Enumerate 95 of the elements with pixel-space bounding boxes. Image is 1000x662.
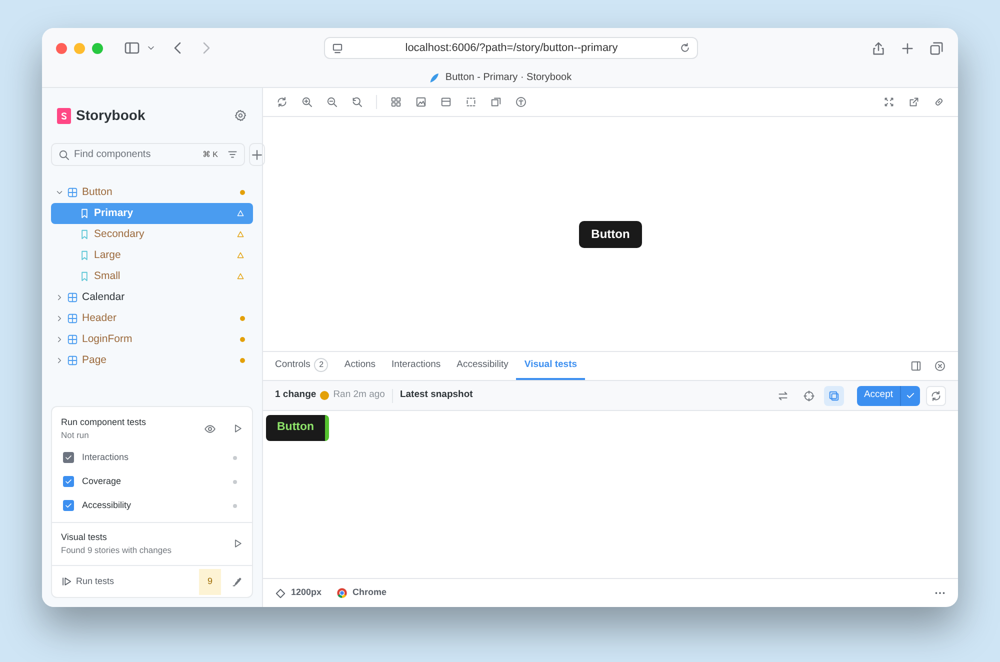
- search-icon: [58, 148, 70, 160]
- panel-right-icon[interactable]: [910, 360, 922, 372]
- snapshot-button-preview: Button: [266, 414, 330, 441]
- check-icon: [64, 477, 73, 486]
- address-bar[interactable]: localhost:6006/?path=/story/button--primary: [324, 37, 698, 59]
- bookmark-icon: [79, 229, 90, 240]
- change-count: 1 change: [275, 388, 316, 402]
- addon-tab[interactable]: Accessibility: [448, 352, 516, 380]
- play-icon[interactable]: [232, 538, 243, 550]
- tree-item[interactable]: LoginForm: [51, 329, 253, 350]
- zoom-in-icon[interactable]: [301, 96, 313, 108]
- tree-item[interactable]: Large: [51, 245, 253, 266]
- addon-tab[interactable]: Actions: [336, 352, 384, 380]
- run-time: Ran 2m ago: [333, 388, 385, 402]
- sidebar-icon[interactable]: [124, 40, 140, 56]
- overlay-toggle-button[interactable]: [824, 386, 844, 406]
- search-field[interactable]: Find components ⌘ K: [51, 143, 245, 166]
- section-status: Found 9 stories with changes: [61, 544, 173, 557]
- section-title: Visual tests: [61, 530, 108, 544]
- check-icon: [64, 453, 73, 462]
- page-icon: [331, 42, 344, 54]
- bookmark-icon: [79, 208, 90, 219]
- accessibility-icon[interactable]: [515, 96, 527, 108]
- accept-button[interactable]: Accept: [856, 386, 900, 406]
- search-input[interactable]: Find components: [74, 147, 198, 162]
- feather-icon: [428, 72, 440, 84]
- viewport-size: 1200px: [291, 586, 322, 600]
- component-icon: [67, 355, 78, 366]
- zoom-reset-icon[interactable]: [351, 96, 363, 108]
- browser-name: Chrome: [352, 586, 387, 600]
- brand-name: Storybook: [76, 106, 146, 125]
- option-label: Accessibility: [82, 499, 132, 512]
- tree-item[interactable]: Button: [51, 182, 253, 203]
- addon-tab[interactable]: Interactions: [384, 352, 449, 380]
- option-label: Interactions: [82, 451, 129, 464]
- play-icon: [61, 576, 72, 587]
- tree-item[interactable]: Page: [51, 350, 253, 371]
- grid-icon[interactable]: [390, 96, 402, 108]
- sync-icon: [930, 390, 942, 402]
- tabs-icon[interactable]: [929, 40, 944, 56]
- component-icon: [67, 292, 78, 303]
- diamond-icon: [275, 588, 286, 598]
- zoom-out-icon[interactable]: [326, 96, 338, 108]
- snapshot-label: Latest snapshot: [400, 388, 473, 402]
- eye-icon[interactable]: [204, 422, 216, 435]
- accept-menu-button[interactable]: [900, 386, 920, 406]
- section-title: Run component tests: [61, 416, 148, 429]
- plus-icon[interactable]: [900, 40, 915, 56]
- target-icon[interactable]: [802, 390, 815, 402]
- filter-icon[interactable]: [227, 149, 238, 160]
- tree-item[interactable]: Secondary: [51, 224, 253, 245]
- link-icon[interactable]: [933, 96, 945, 108]
- bookmark-icon: [79, 271, 90, 282]
- close-window-button[interactable]: [56, 42, 67, 54]
- tree-item[interactable]: Header: [51, 308, 253, 329]
- add-button[interactable]: [249, 143, 265, 166]
- url-text: localhost:6006/?path=/story/button--primary: [404, 40, 619, 56]
- external-link-icon[interactable]: [908, 96, 920, 108]
- tree-item[interactable]: Calendar: [51, 287, 253, 308]
- checkbox[interactable]: [63, 476, 74, 488]
- close-icon[interactable]: [934, 360, 946, 372]
- section-status: Not run: [61, 429, 90, 442]
- reload-icon[interactable]: [679, 42, 691, 54]
- check-icon: [905, 390, 916, 401]
- settings-icon[interactable]: [234, 109, 247, 122]
- rerun-button[interactable]: [926, 386, 946, 406]
- preview-button[interactable]: Button: [579, 220, 642, 248]
- bookmark-icon: [79, 250, 90, 261]
- frame-icon[interactable]: [440, 96, 452, 108]
- fullscreen-icon[interactable]: [883, 96, 895, 108]
- tab-title[interactable]: Button - Primary · Storybook: [445, 70, 572, 85]
- check-icon: [64, 501, 73, 510]
- count-badge: 9: [199, 568, 221, 594]
- outline-icon[interactable]: [465, 96, 477, 108]
- swap-icon[interactable]: [776, 390, 789, 402]
- browser-logo-icon: [336, 587, 348, 599]
- measure-icon[interactable]: [490, 96, 502, 108]
- checkbox[interactable]: [63, 500, 74, 512]
- share-icon[interactable]: [871, 40, 886, 56]
- component-icon: [67, 187, 78, 198]
- shortcut-hint: ⌘ K: [202, 148, 218, 160]
- run-tests-button[interactable]: Run tests: [61, 574, 114, 588]
- s-mark-icon: [59, 110, 69, 120]
- play-icon[interactable]: [232, 423, 243, 434]
- image-icon[interactable]: [415, 96, 427, 108]
- count-badge: 2: [314, 358, 328, 372]
- component-icon: [67, 334, 78, 345]
- option-label: Coverage: [82, 475, 122, 488]
- tree-item[interactable]: Small: [51, 266, 253, 287]
- addon-tab[interactable]: Controls 2: [267, 352, 336, 380]
- plus-icon: [250, 148, 264, 162]
- sync-icon[interactable]: [276, 96, 288, 108]
- layers-icon: [828, 390, 840, 402]
- component-icon: [67, 313, 78, 324]
- brush-icon[interactable]: [231, 576, 243, 588]
